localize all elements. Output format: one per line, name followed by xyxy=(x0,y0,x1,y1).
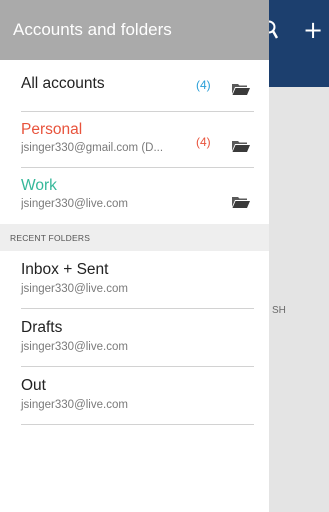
folder-account-email: jsinger330@live.com xyxy=(21,341,128,353)
folder-account-email: jsinger330@live.com xyxy=(21,283,128,295)
account-item-all[interactable]: All accounts (4) xyxy=(21,60,254,112)
account-name: Work xyxy=(21,177,57,194)
account-item-work[interactable]: Work jsinger330@live.com xyxy=(21,168,254,224)
folder-icon[interactable] xyxy=(232,137,250,152)
recent-folders-header: RECENT FOLDERS xyxy=(0,224,269,251)
add-icon[interactable]: + xyxy=(302,17,324,43)
folder-account-email: jsinger330@live.com xyxy=(21,399,128,411)
folder-icon[interactable] xyxy=(232,193,250,208)
section-label: RECENT FOLDERS xyxy=(10,232,91,243)
folder-icon[interactable] xyxy=(232,80,250,95)
account-email: jsinger330@live.com xyxy=(21,198,128,210)
recent-folder-out[interactable]: Out jsinger330@live.com xyxy=(21,367,254,425)
recent-folder-drafts[interactable]: Drafts jsinger330@live.com xyxy=(21,309,254,367)
account-name: Personal xyxy=(21,121,83,138)
account-email: jsinger330@gmail.com (D... xyxy=(21,142,164,154)
unread-count: (4) xyxy=(196,78,211,92)
drawer-title: Accounts and folders xyxy=(13,20,172,39)
unread-count: (4) xyxy=(196,135,211,149)
folder-name: Drafts xyxy=(21,319,63,336)
recent-folder-inbox-sent[interactable]: Inbox + Sent jsinger330@live.com xyxy=(21,251,254,309)
background-partial-text: SH xyxy=(272,305,286,316)
accounts-drawer: Accounts and folders All accounts (4) Pe… xyxy=(0,0,269,512)
account-item-personal[interactable]: Personal jsinger330@gmail.com (D... (4) xyxy=(21,112,254,168)
account-name: All accounts xyxy=(21,75,105,92)
folder-name: Out xyxy=(21,377,46,394)
drawer-header: Accounts and folders xyxy=(0,0,269,60)
folder-name: Inbox + Sent xyxy=(21,261,109,278)
